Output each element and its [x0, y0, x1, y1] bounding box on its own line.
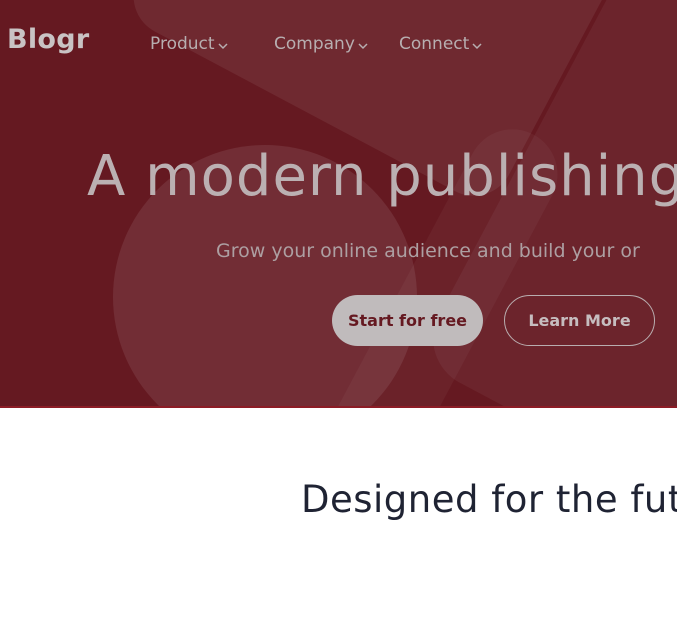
- chevron-down-icon: [472, 43, 482, 50]
- nav-item-label: Product: [150, 34, 215, 54]
- logo[interactable]: Blogr: [7, 24, 90, 55]
- hero-section: Blogr Product Company Connect A modern p…: [0, 0, 677, 406]
- nav-item-connect[interactable]: Connect: [399, 34, 482, 54]
- nav-item-label: Connect: [399, 34, 470, 54]
- navbar: Blogr Product Company Connect: [0, 0, 677, 90]
- learn-more-button[interactable]: Learn More: [504, 295, 655, 346]
- nav-item-product[interactable]: Product: [150, 34, 228, 54]
- page: Blogr Product Company Connect A modern p…: [0, 0, 677, 617]
- hero-title: A modern publishing: [87, 144, 677, 209]
- start-for-free-button[interactable]: Start for free: [332, 295, 483, 346]
- chevron-down-icon: [358, 43, 368, 50]
- nav-item-label: Company: [274, 34, 355, 54]
- chevron-down-icon: [218, 43, 228, 50]
- section-title: Designed for the futur: [301, 478, 677, 521]
- hero-divider: [0, 406, 677, 408]
- hero-subtitle: Grow your online audience and build your…: [216, 240, 640, 262]
- nav-item-company[interactable]: Company: [274, 34, 368, 54]
